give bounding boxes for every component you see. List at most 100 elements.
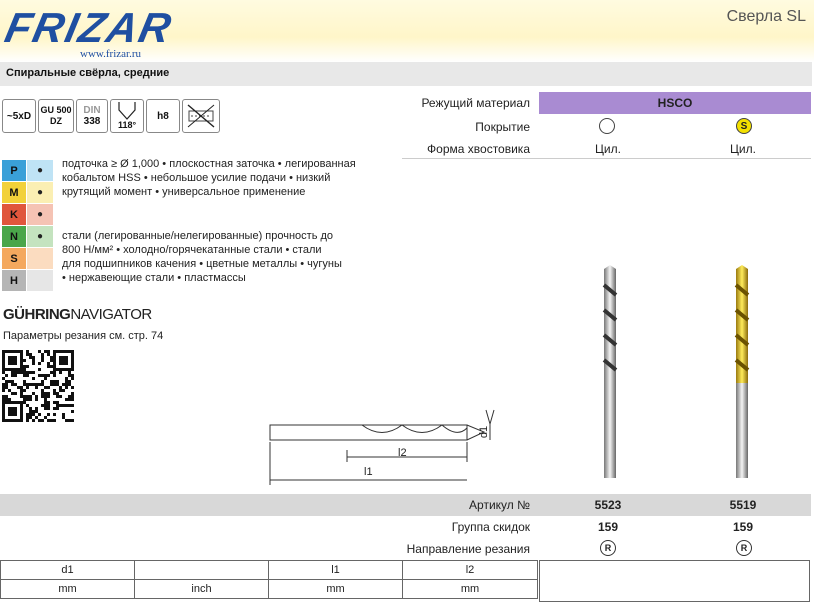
material-n: N bbox=[2, 226, 26, 247]
cutting-params-note: Параметры резания см. стр. 74 bbox=[3, 330, 164, 342]
material-m: M bbox=[2, 182, 26, 203]
qr-module bbox=[38, 413, 41, 416]
material-m-dot: ● bbox=[27, 182, 53, 203]
material-n-dot: ● bbox=[27, 226, 53, 247]
label-l2: l2 bbox=[398, 447, 407, 459]
qr-module bbox=[56, 407, 59, 410]
qr-module bbox=[26, 365, 29, 368]
shank-label: Форма хвостовика bbox=[427, 142, 530, 156]
qr-module bbox=[47, 407, 50, 410]
cutting-material-value: HSCO bbox=[657, 96, 693, 110]
right-hand-cut-icon-2: R bbox=[736, 540, 752, 556]
qr-module bbox=[23, 389, 26, 392]
drill-drawing bbox=[269, 409, 495, 485]
qr-code[interactable] bbox=[2, 350, 74, 422]
material-p: P bbox=[2, 160, 26, 181]
shank-value-1: Цил. bbox=[595, 142, 621, 156]
qr-module bbox=[47, 386, 50, 389]
qr-module bbox=[53, 419, 56, 422]
col-l1: l1 bbox=[268, 560, 403, 580]
discount-value-2: 159 bbox=[732, 520, 754, 534]
qr-module bbox=[26, 374, 29, 377]
qr-module bbox=[5, 374, 8, 377]
qr-module bbox=[53, 413, 56, 416]
material-p-dot: ● bbox=[27, 160, 53, 181]
qr-module bbox=[14, 362, 17, 365]
material-k-dot: ● bbox=[27, 204, 53, 225]
qr-module bbox=[47, 413, 50, 416]
qr-module bbox=[71, 377, 74, 380]
qr-module bbox=[32, 377, 35, 380]
qr-module bbox=[32, 419, 35, 422]
drill-image-bright bbox=[602, 265, 618, 478]
col-d1: d1 bbox=[0, 560, 135, 580]
qr-module bbox=[20, 419, 23, 422]
direction-label: Направление резания bbox=[406, 542, 530, 556]
qr-module bbox=[38, 362, 41, 365]
guehring-navigator-logo: GÜHRINGNAVIGATOR bbox=[3, 306, 152, 323]
coating-tin-icon: S bbox=[736, 118, 752, 134]
label-l1: l1 bbox=[364, 466, 373, 478]
qr-module bbox=[71, 410, 74, 413]
brand-logo: FRIZAR bbox=[1, 4, 178, 51]
article-5523[interactable]: 5523 bbox=[576, 498, 640, 512]
qr-module bbox=[38, 368, 41, 371]
qr-module bbox=[53, 374, 56, 377]
qr-module bbox=[32, 371, 35, 374]
standard-gu500-icon: GU 500 DZ bbox=[38, 99, 74, 133]
page-category: Сверла SL bbox=[726, 8, 806, 25]
qr-module bbox=[47, 374, 50, 377]
discount-label: Группа скидок bbox=[451, 520, 530, 534]
qr-module bbox=[35, 386, 38, 389]
qr-module bbox=[59, 395, 62, 398]
page-title: Спиральные свёрла, средние bbox=[6, 67, 170, 79]
unit-mm-2: mm bbox=[268, 579, 403, 599]
drill-image-tin bbox=[734, 265, 750, 478]
col-blank bbox=[134, 560, 269, 580]
qr-module bbox=[71, 398, 74, 401]
label-d1: d1 bbox=[478, 425, 491, 439]
din-338-icon: DIN 338 bbox=[76, 99, 108, 133]
discount-value-1: 159 bbox=[597, 520, 619, 534]
length-icon: ~5xD bbox=[2, 99, 36, 133]
qr-module bbox=[41, 419, 44, 422]
coating-none-icon bbox=[599, 118, 615, 134]
qr-module bbox=[65, 362, 68, 365]
qr-module bbox=[26, 419, 29, 422]
material-s: S bbox=[2, 248, 26, 269]
feature-description: подточка ≥ Ø 1,000 • плоскостная заточка… bbox=[62, 158, 356, 198]
article-table-panel bbox=[539, 560, 810, 602]
qr-module bbox=[71, 368, 74, 371]
qr-module bbox=[32, 362, 35, 365]
article-label: Артикул № bbox=[469, 498, 530, 512]
unit-mm-3: mm bbox=[402, 579, 538, 599]
divider bbox=[402, 158, 811, 159]
qr-module bbox=[71, 404, 74, 407]
col-l2: l2 bbox=[402, 560, 538, 580]
material-description: стали (легированные/нелегированные) проч… bbox=[62, 230, 342, 284]
no-coolant-icon bbox=[182, 99, 220, 133]
qr-module bbox=[23, 359, 26, 362]
qr-module bbox=[14, 392, 17, 395]
qr-module bbox=[14, 374, 17, 377]
article-row-band bbox=[0, 494, 811, 516]
qr-module bbox=[29, 398, 32, 401]
unit-inch: inch bbox=[134, 579, 269, 599]
brand-url[interactable]: www.frizar.ru bbox=[80, 48, 141, 60]
point-angle-icon: 118° bbox=[110, 99, 144, 133]
qr-module bbox=[44, 377, 47, 380]
qr-module bbox=[59, 371, 62, 374]
shank-value-2: Цил. bbox=[730, 142, 756, 156]
qr-module bbox=[26, 386, 29, 389]
material-h-dot bbox=[27, 270, 53, 291]
qr-module bbox=[2, 389, 5, 392]
article-5519[interactable]: 5519 bbox=[711, 498, 775, 512]
qr-module bbox=[14, 413, 17, 416]
cutting-material-label: Режущий материал bbox=[421, 96, 530, 110]
qr-module bbox=[71, 386, 74, 389]
qr-module bbox=[35, 398, 38, 401]
material-s-dot bbox=[27, 248, 53, 269]
unit-mm-1: mm bbox=[0, 579, 135, 599]
qr-module bbox=[47, 395, 50, 398]
tolerance-icon: h8 bbox=[146, 99, 180, 133]
